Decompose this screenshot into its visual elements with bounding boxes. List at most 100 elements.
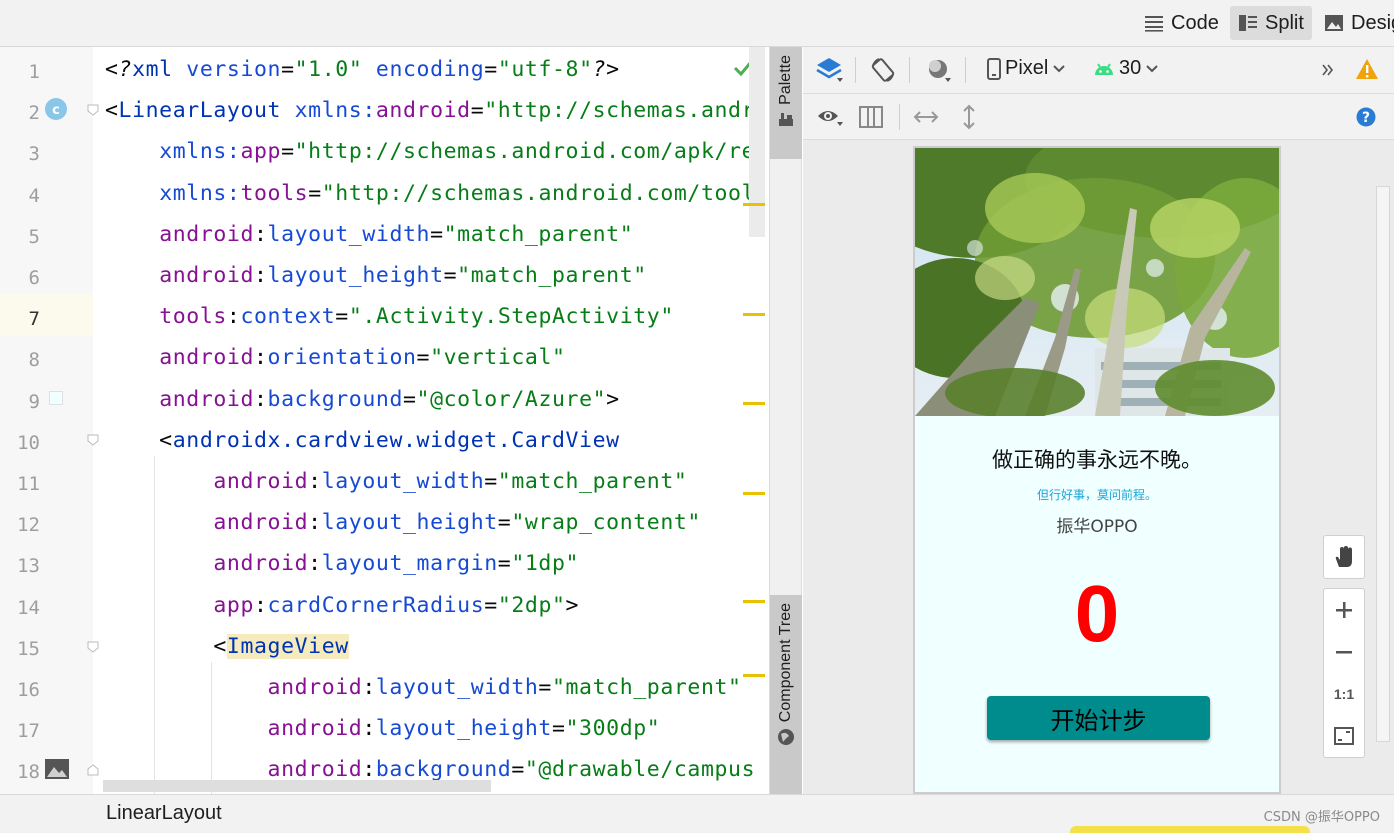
code-line[interactable]: <?xml version="1.0" encoding="utf-8"?> [105, 57, 620, 82]
fold-marker-icon[interactable] [87, 641, 99, 653]
code-line[interactable]: android:layout_width="match_parent" [105, 222, 633, 247]
pan-hand-button[interactable] [1324, 536, 1364, 578]
device-selector[interactable]: Pixel [987, 57, 1066, 80]
warning-marker[interactable] [743, 313, 765, 316]
editor-vertical-scrollbar[interactable] [749, 47, 765, 237]
pan-tool[interactable] [1323, 535, 1365, 579]
code-mode-button[interactable]: Code [1136, 6, 1227, 40]
component-tree-tab[interactable]: Component Tree [770, 595, 802, 794]
code-token: = [484, 57, 498, 82]
blueprint-layout-icon[interactable] [859, 106, 883, 128]
zoom-to-fit-button[interactable] [1324, 715, 1364, 757]
code-line[interactable]: xmlns:tools="http://schemas.android.com/… [105, 181, 755, 206]
code-token: = [497, 510, 512, 536]
code-token: > [606, 57, 620, 82]
code-token: layout_margin [321, 551, 498, 577]
design-vertical-scrollbar[interactable] [1376, 186, 1390, 742]
code-token: layout_height [321, 510, 498, 536]
code-line[interactable]: android:layout_height="wrap_content" [105, 510, 701, 535]
warning-marker[interactable] [743, 402, 765, 405]
code-line[interactable]: android:layout_margin="1dp" [105, 551, 579, 576]
api-level: 30 [1119, 57, 1142, 79]
color-swatch-icon[interactable] [49, 391, 63, 405]
drawable-preview-icon[interactable] [44, 758, 70, 780]
api-level-selector[interactable]: 30 [1093, 57, 1159, 80]
campus-photo[interactable] [915, 148, 1279, 416]
code-line[interactable]: tools:context=".Activity.StepActivity" [105, 304, 674, 329]
warning-marker[interactable] [743, 674, 765, 677]
code-token: : [308, 551, 322, 577]
watermark-text: CSDN @振华OPPO [1263, 810, 1380, 825]
svg-text:c: c [52, 103, 60, 118]
code-token: "@drawable/campus [524, 757, 756, 783]
code-token: "http://schemas.android.com/tool [321, 180, 756, 206]
help-icon[interactable]: ? [1356, 107, 1376, 127]
warning-marker[interactable] [743, 203, 765, 206]
device-preview[interactable]: 做正确的事永远不晚。 但行好事，莫问前程。 振华OPPO 0 开始计步 [913, 146, 1281, 794]
svg-text:?: ? [1362, 110, 1370, 126]
line-number: 13 [17, 555, 40, 578]
warning-marker[interactable] [743, 492, 765, 495]
split-mode-button[interactable]: Split [1230, 6, 1312, 40]
code-line[interactable]: android:layout_width="match_parent" [105, 469, 687, 494]
code-token: = [497, 551, 512, 577]
code-line[interactable]: android:layout_height="300dp" [105, 716, 660, 741]
code-line[interactable]: android:background="@color/Azure"> [105, 387, 620, 412]
zoom-out-button[interactable] [1324, 631, 1364, 673]
code-token: ".Activity.StepActivity" [348, 304, 674, 330]
code-token: layout_width [375, 675, 539, 700]
orientation-rotate-icon[interactable] [869, 56, 897, 84]
palette-tab[interactable]: Palette [770, 47, 802, 159]
code-line[interactable]: app:cardCornerRadius="2dp"> [105, 593, 579, 618]
code-token: "match_parent" [551, 675, 742, 700]
zoom-in-button[interactable] [1324, 589, 1364, 631]
double-chevron-right-icon[interactable] [1321, 63, 1335, 77]
code-token: < [105, 427, 173, 453]
view-options-eye-icon[interactable] [817, 106, 845, 128]
code-token: xmlns: [294, 98, 376, 124]
warning-marker[interactable] [743, 600, 765, 603]
code-token: : [254, 221, 268, 247]
code-line[interactable]: <androidx.cardview.widget.CardView [105, 428, 620, 453]
warning-icon[interactable] [1355, 58, 1379, 80]
code-token: layout_height [267, 263, 444, 288]
code-token: version [186, 57, 282, 82]
fold-marker-icon[interactable] [87, 104, 99, 116]
code-token: = [484, 592, 498, 618]
code-token: "300dp" [565, 716, 661, 742]
code-line[interactable]: android:layout_height="match_parent" [105, 263, 647, 288]
zoom-actual-size-button[interactable]: 1:1 [1324, 673, 1364, 715]
code-line[interactable]: android:orientation="vertical" [105, 345, 566, 370]
code-line[interactable]: xmlns:app="http://schemas.android.com/ap… [105, 139, 755, 164]
night-mode-icon[interactable] [925, 56, 953, 84]
editor-horizontal-scrollbar[interactable] [103, 780, 491, 792]
line-number: 11 [17, 473, 40, 495]
start-counting-button[interactable]: 开始计步 [987, 696, 1210, 740]
class-marker-icon[interactable]: c [44, 97, 68, 121]
horizontal-resize-icon[interactable] [913, 107, 939, 127]
code-token: = [443, 263, 458, 288]
code-line[interactable]: <ImageView [105, 633, 349, 659]
fit-screen-icon [1334, 727, 1354, 745]
vertical-resize-icon[interactable] [959, 104, 979, 130]
design-mode-button[interactable]: Desig [1316, 6, 1394, 40]
code-mode-label: Code [1171, 11, 1219, 34]
line-number: 6 [28, 267, 40, 289]
code-token: "@color/Azure" [416, 386, 607, 412]
fold-marker-icon[interactable] [87, 434, 99, 446]
code-token: ImageView [226, 633, 349, 659]
fold-marker-icon[interactable] [87, 764, 99, 776]
code-token: "utf-8" [497, 57, 593, 82]
code-token: "match_parent" [443, 221, 634, 247]
code-line[interactable]: <LinearLayout xmlns:android="http://sche… [105, 98, 755, 123]
code-token: android [213, 510, 309, 536]
code-line[interactable]: android:layout_width="match_parent" [105, 675, 742, 700]
code-line[interactable]: android:background="@drawable/campus [105, 757, 755, 782]
component-tree-icon [778, 729, 794, 746]
xml-code-editor[interactable]: <?xml version="1.0" encoding="utf-8"?> <L… [93, 47, 769, 794]
design-surface-layers-icon[interactable] [815, 56, 843, 84]
breadcrumb[interactable]: LinearLayout [106, 802, 222, 825]
